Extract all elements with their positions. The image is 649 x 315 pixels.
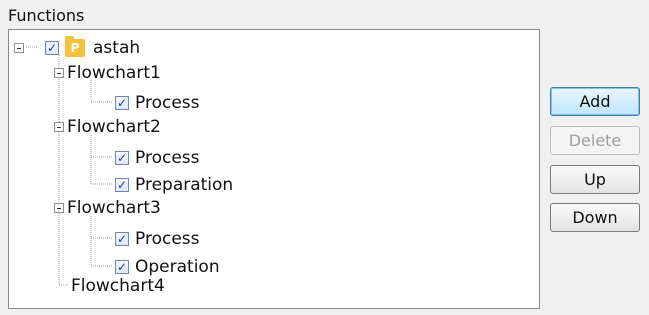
tree-node-preparation[interactable]: ✓ Preparation [115, 175, 233, 195]
tree-node-astah[interactable]: ✓ P astah [14, 36, 141, 58]
tree-node-label: Process [135, 93, 200, 113]
up-button[interactable]: Up [550, 165, 640, 194]
delete-button[interactable]: Delete [550, 126, 640, 155]
tree-node-process[interactable]: ✓ Process [115, 229, 200, 249]
checkbox-astah[interactable]: ✓ [45, 41, 59, 55]
checkbox-operation[interactable]: ✓ [115, 260, 129, 274]
checkbox-process[interactable]: ✓ [115, 232, 129, 246]
checkbox-process[interactable]: ✓ [115, 151, 129, 165]
tree-node-process[interactable]: ✓ Process [115, 93, 200, 113]
collapse-icon[interactable] [54, 203, 64, 213]
project-icon: P [65, 36, 85, 57]
down-button[interactable]: Down [550, 203, 640, 232]
tree-node-label: Flowchart4 [71, 276, 165, 296]
functions-group-label: Functions [8, 6, 85, 25]
collapse-icon[interactable] [54, 122, 64, 132]
tree-node-label: Flowchart2 [67, 117, 161, 137]
tree-node-operation[interactable]: ✓ Operation [115, 257, 220, 277]
collapse-icon[interactable] [14, 43, 24, 53]
tree-node-label: Process [135, 148, 200, 168]
tree-node-label: Operation [135, 257, 220, 277]
tree-node-process[interactable]: ✓ Process [115, 148, 200, 168]
checkbox-process[interactable]: ✓ [115, 96, 129, 110]
tree-node-flowchart4[interactable]: Flowchart4 [71, 276, 165, 296]
tree-node-flowchart1[interactable]: Flowchart1 [54, 63, 161, 83]
tree-node-label: Flowchart3 [67, 198, 161, 218]
tree-node-flowchart3[interactable]: Flowchart3 [54, 198, 161, 218]
tree-node-label: Preparation [135, 175, 234, 195]
add-button[interactable]: Add [550, 87, 640, 116]
checkbox-preparation[interactable]: ✓ [115, 178, 129, 192]
tree-node-label: Process [135, 229, 200, 249]
collapse-icon[interactable] [54, 68, 64, 78]
tree-node-flowchart2[interactable]: Flowchart2 [54, 117, 161, 137]
tree-node-label: astah [93, 38, 141, 58]
tree-node-label: Flowchart1 [67, 63, 161, 83]
functions-tree[interactable]: ✓ P astah Flowchart1 ✓ Process Flowchart… [8, 29, 540, 309]
